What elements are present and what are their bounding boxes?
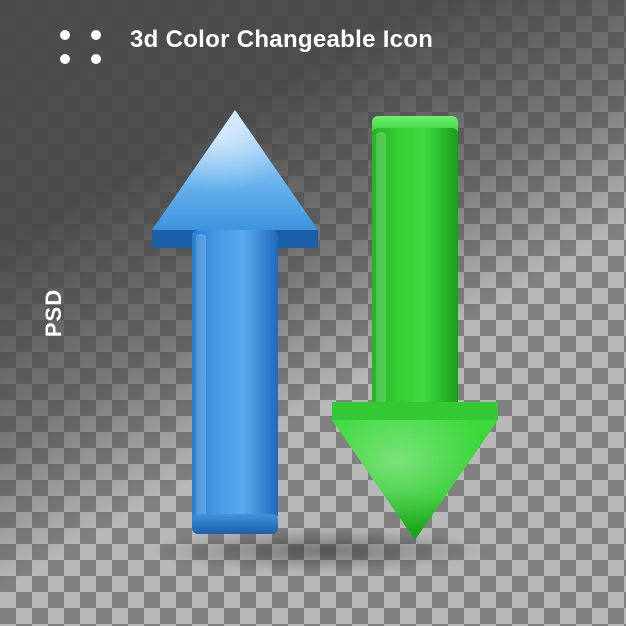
format-label: PSD bbox=[41, 289, 67, 337]
dot-icon bbox=[91, 54, 101, 64]
page-title: 3d Color Changeable Icon bbox=[130, 26, 433, 54]
up-arrow-icon bbox=[150, 110, 320, 540]
dot-icon bbox=[60, 54, 70, 64]
arrows-group bbox=[0, 0, 626, 626]
preview-stage: 3d Color Changeable Icon PSD bbox=[0, 0, 626, 626]
dots-decoration bbox=[60, 30, 104, 64]
dot-icon bbox=[60, 30, 70, 40]
down-arrow-icon bbox=[330, 110, 500, 540]
dot-icon bbox=[91, 30, 101, 40]
